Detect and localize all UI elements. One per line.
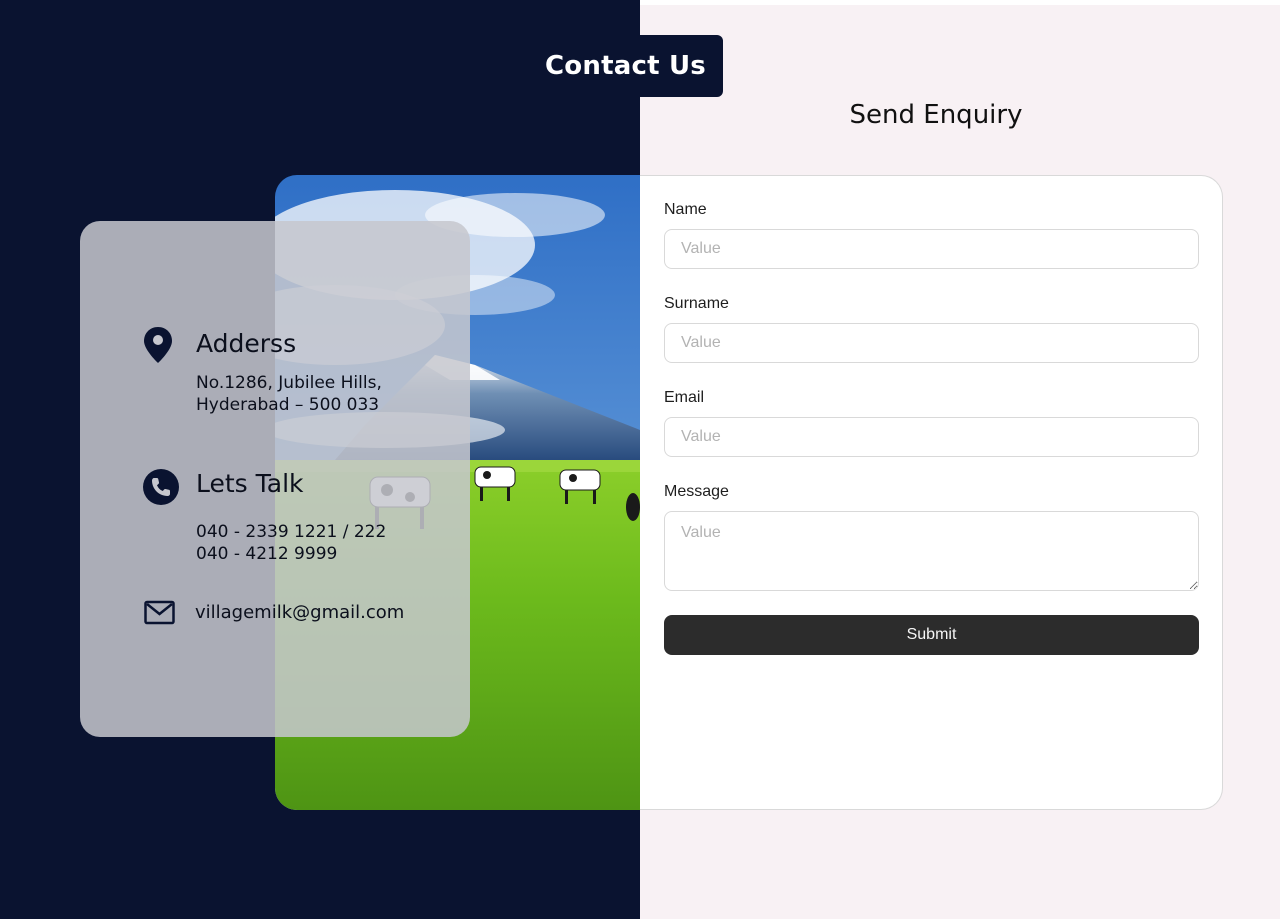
surname-label: Surname: [664, 295, 729, 312]
name-input[interactable]: [664, 229, 1199, 269]
address-line-2: Hyderabad – 500 033: [196, 395, 380, 415]
location-pin-icon: [142, 326, 174, 364]
address-line-1: No.1286, Jubilee Hills,: [196, 373, 382, 393]
send-enquiry-title: Send Enquiry: [849, 100, 1023, 130]
contact-us-label: Contact Us: [545, 51, 706, 81]
phone-line-1[interactable]: 040 - 2339 1221 / 222: [196, 521, 386, 543]
contact-us-tab[interactable]: Contact Us: [520, 35, 723, 97]
mail-icon: [144, 600, 175, 626]
email-address[interactable]: villagemilk@gmail.com: [195, 602, 404, 624]
surname-input[interactable]: [664, 323, 1199, 363]
submit-button[interactable]: Submit: [664, 615, 1199, 655]
phone-icon[interactable]: [142, 468, 180, 506]
phone-line-2[interactable]: 040 - 4212 9999: [196, 543, 337, 565]
address-heading: Adderss: [196, 329, 297, 358]
email-label: Email: [664, 389, 705, 406]
message-textarea[interactable]: [664, 511, 1199, 591]
phone-heading: Lets Talk: [196, 469, 304, 498]
message-label: Message: [664, 483, 729, 500]
name-label: Name: [664, 201, 707, 218]
email-input[interactable]: [664, 417, 1199, 457]
